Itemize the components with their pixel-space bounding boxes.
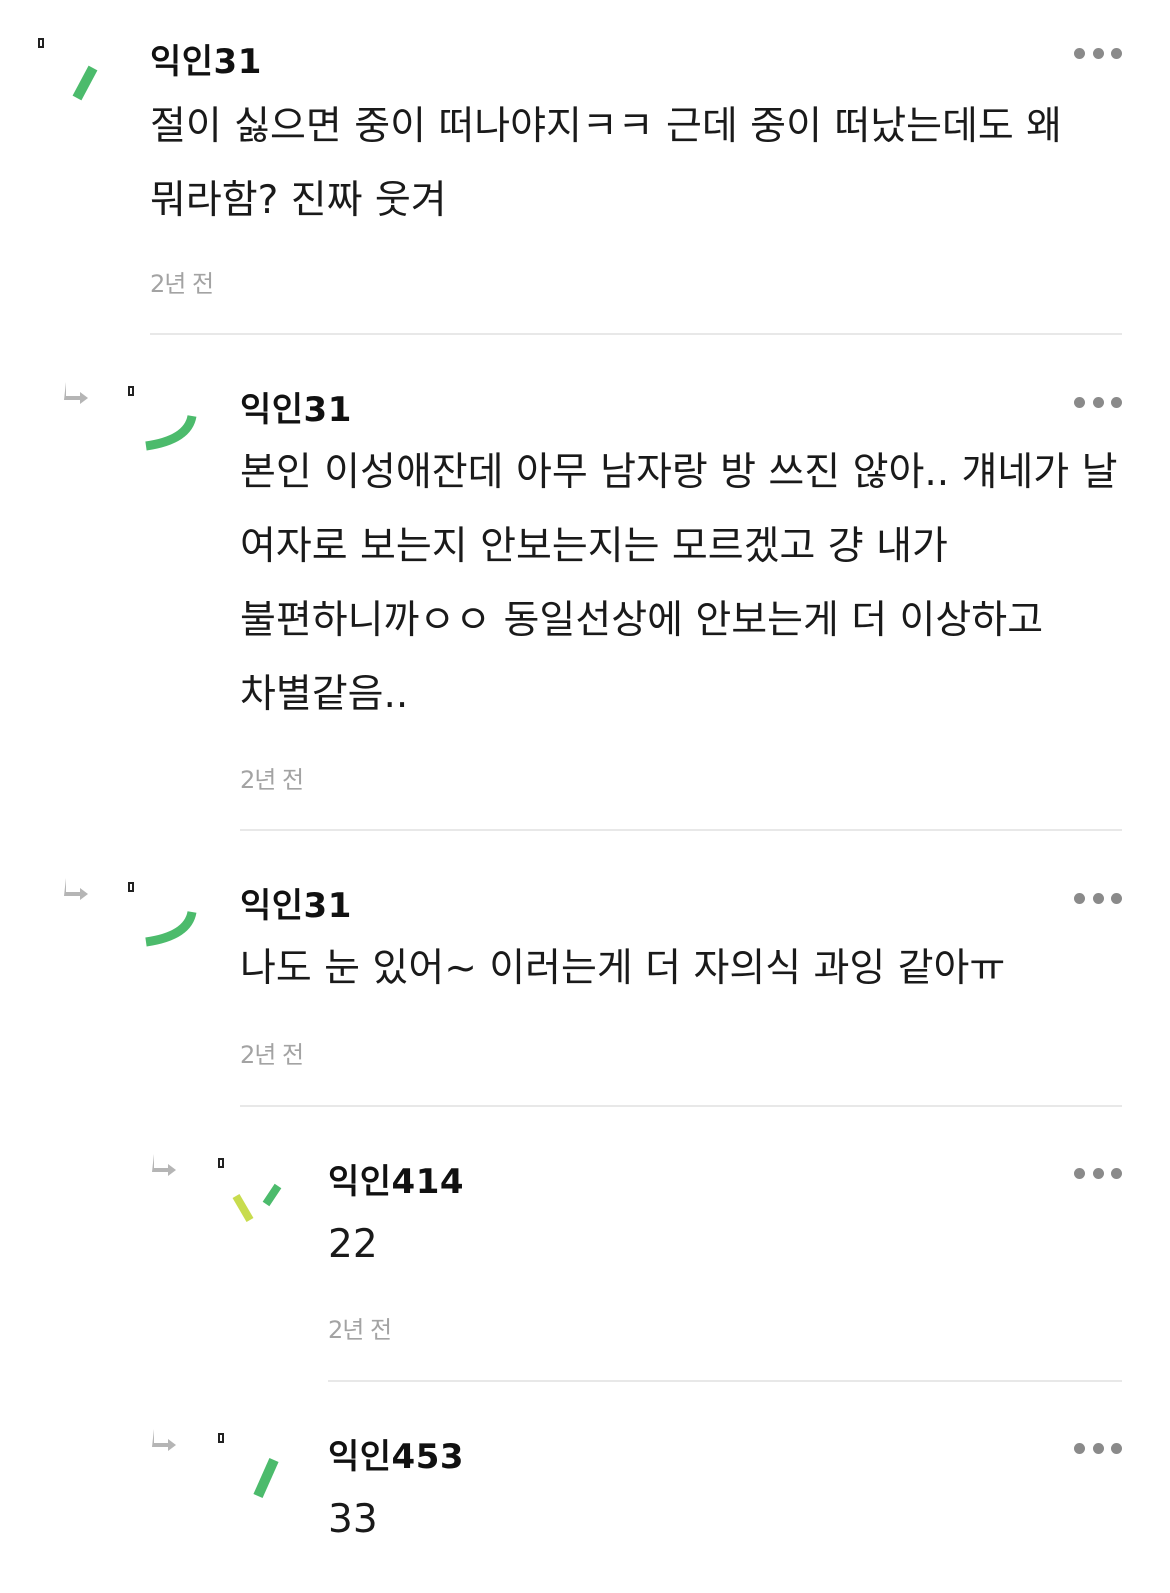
reply-arrow-icon — [152, 1154, 176, 1176]
more-dots-icon — [1074, 1442, 1085, 1454]
more-dots-icon — [1074, 1167, 1085, 1179]
comment-text: 22 — [328, 1222, 378, 1267]
more-options-button[interactable] — [1074, 46, 1122, 60]
divider — [240, 829, 1122, 831]
avatar — [232, 1183, 282, 1223]
comment-author: 익인31 — [150, 42, 262, 82]
comment-text: 나도 눈 있어~ 이러는게 더 자의식 과잉 같아ㅠ — [240, 946, 1006, 991]
more-dots-icon — [1074, 47, 1085, 59]
comment-timestamp: 2년 전 — [240, 766, 304, 794]
avatar — [253, 1457, 279, 1499]
more-options-button[interactable] — [1074, 1166, 1122, 1180]
avatar — [145, 414, 197, 451]
reply-arrow-icon — [64, 878, 88, 900]
comment-timestamp: 2년 전 — [150, 270, 214, 298]
comment-timestamp: 2년 전 — [328, 1316, 392, 1344]
avatar — [72, 65, 98, 101]
more-dots-icon — [1074, 892, 1085, 904]
divider — [150, 333, 1122, 335]
broken-image-icon — [38, 38, 44, 48]
comment-author: 익인453 — [328, 1437, 465, 1477]
reply-arrow-icon — [152, 1429, 176, 1451]
comment-text: 본인 이성애잔데 아무 남자랑 방 쓰진 않아.. 걔네가 날 여자로 보는지 … — [240, 450, 1118, 717]
comment-author: 익인414 — [328, 1162, 465, 1202]
divider — [240, 1105, 1122, 1107]
comment-author: 익인31 — [240, 886, 352, 926]
reply-arrow-icon — [64, 382, 88, 404]
divider — [328, 1380, 1122, 1382]
more-options-button[interactable] — [1074, 395, 1122, 409]
comment-text: 절이 싫으면 중이 떠나야지ㅋㅋ 근데 중이 떠났는데도 왜 뭐라함? 진짜 웃… — [150, 104, 1063, 223]
comment-author: 익인31 — [240, 390, 352, 430]
more-dots-icon — [1074, 396, 1085, 408]
avatar — [145, 910, 197, 947]
comment-timestamp: 2년 전 — [240, 1041, 304, 1069]
broken-image-icon — [218, 1433, 224, 1443]
more-options-button[interactable] — [1074, 1441, 1122, 1455]
broken-image-icon — [128, 386, 134, 396]
broken-image-icon — [128, 882, 134, 892]
more-options-button[interactable] — [1074, 891, 1122, 905]
comment-text: 33 — [328, 1497, 378, 1542]
broken-image-icon — [218, 1158, 224, 1168]
